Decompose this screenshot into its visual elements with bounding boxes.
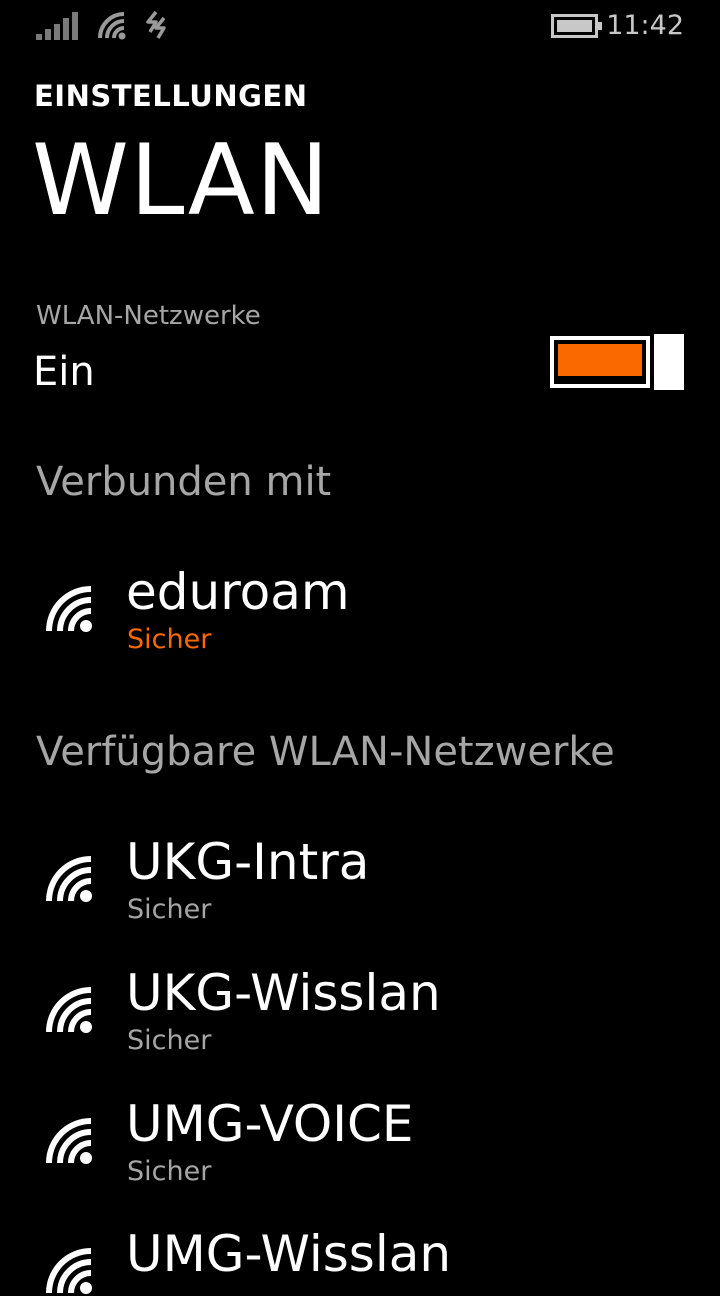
network-name: UKG-Wisslan xyxy=(126,964,441,1022)
wifi-signal-icon xyxy=(46,987,92,1033)
network-security-status: Sicher xyxy=(127,894,212,925)
network-item[interactable]: UMG-Wisslan xyxy=(0,1222,720,1294)
network-item[interactable]: UMG-VOICE Sicher xyxy=(0,1092,720,1202)
battery-icon xyxy=(551,14,602,38)
wifi-signal-icon xyxy=(46,586,92,632)
connected-network-item[interactable]: eduroam Sicher xyxy=(0,560,720,670)
app-title: EINSTELLUNGEN xyxy=(34,79,308,113)
network-item[interactable]: UKG-Intra Sicher xyxy=(0,830,720,940)
network-name: UMG-VOICE xyxy=(126,1095,414,1153)
toggle-fill xyxy=(558,344,642,376)
available-section-header: Verfügbare WLAN-Netzwerke xyxy=(36,729,615,775)
status-time: 11:42 xyxy=(606,10,684,41)
network-item[interactable]: UKG-Wisslan Sicher xyxy=(0,961,720,1071)
network-security-status: Sicher xyxy=(127,1025,212,1056)
status-bar: 11:42 xyxy=(0,0,720,52)
signal-strength-icon xyxy=(36,12,78,40)
page-title: WLAN xyxy=(32,124,331,238)
wifi-toggle-state: Ein xyxy=(33,349,95,395)
network-security-status: Sicher xyxy=(127,1156,212,1187)
wifi-signal-icon xyxy=(46,1118,92,1164)
network-name: eduroam xyxy=(126,563,350,621)
wifi-toggle-switch[interactable] xyxy=(550,334,684,390)
network-security-status: Sicher xyxy=(127,624,212,655)
wifi-icon xyxy=(98,12,126,40)
network-name: UKG-Intra xyxy=(126,833,370,891)
wifi-toggle-label: WLAN-Netzwerke xyxy=(36,301,261,331)
toggle-thumb[interactable] xyxy=(654,334,684,390)
data-connection-icon xyxy=(146,10,166,39)
wifi-signal-icon xyxy=(46,856,92,902)
wifi-signal-icon xyxy=(46,1248,92,1294)
network-name: UMG-Wisslan xyxy=(126,1225,452,1283)
connected-section-header: Verbunden mit xyxy=(36,459,332,505)
